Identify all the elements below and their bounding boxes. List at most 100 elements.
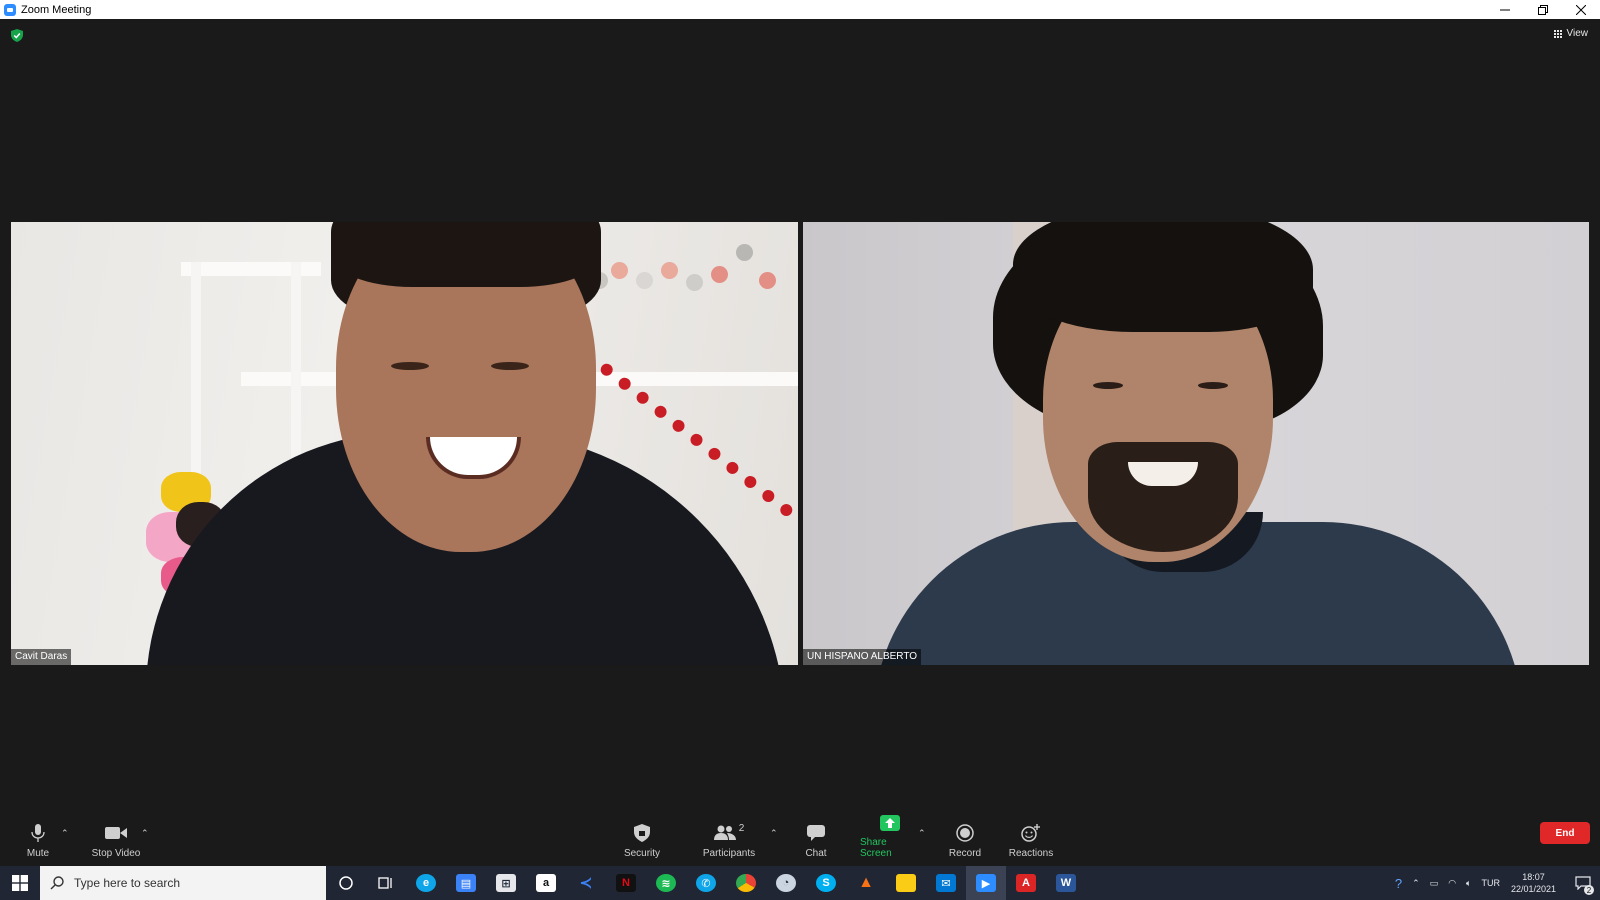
chat-label: Chat (805, 848, 827, 859)
stop-video-button[interactable]: Stop Video (88, 812, 144, 866)
action-center-button[interactable]: 2 (1566, 866, 1600, 900)
taskbar-app-mail[interactable]: ✉ (926, 866, 966, 900)
taskbar-search-box[interactable]: Type here to search (40, 866, 326, 900)
search-icon (50, 876, 64, 890)
show-hidden-icons-chevron-icon[interactable]: ⌃ (1412, 878, 1420, 889)
vlc-cone-icon: ▲ (858, 874, 874, 891)
reactions-label: Reactions (1008, 848, 1054, 859)
system-clock[interactable]: 18:07 22/01/2021 (1511, 871, 1556, 895)
taskbar-app-edge[interactable]: e (406, 866, 446, 900)
task-view-button[interactable] (366, 866, 406, 900)
stop-video-label: Stop Video (91, 848, 141, 859)
chrome-icon (736, 874, 756, 892)
restore-icon (1538, 4, 1548, 15)
participants-options-caret-icon[interactable]: ⌃ (770, 828, 778, 839)
paint-palette-icon: ◔ (776, 874, 796, 892)
video-camera-icon (105, 827, 127, 839)
taskbar-app-netflix[interactable]: N (606, 866, 646, 900)
share-screen-button[interactable]: Share Screen (860, 812, 920, 866)
share-options-caret-icon[interactable]: ⌃ (918, 828, 926, 839)
window-controls (1486, 0, 1600, 19)
view-button[interactable]: View (1554, 28, 1589, 39)
restore-button[interactable] (1524, 0, 1562, 19)
spotify-icon: ≋ (656, 874, 676, 892)
view-label: View (1566, 28, 1589, 39)
task-view-icon (378, 877, 392, 889)
zoom-app-icon (4, 3, 16, 16)
amazon-icon: a (536, 874, 556, 892)
system-tray: ? ⌃ ▭ ◠ 🔈︎ TUR 18:07 22/01/2021 2 (1390, 866, 1600, 900)
participants-count: 2 (738, 822, 745, 834)
participant-name-label: UN HISPANO ALBERTO (803, 649, 922, 665)
microphone-icon (31, 824, 45, 842)
security-shield-icon (634, 824, 650, 842)
record-button[interactable]: Record (948, 812, 982, 866)
minimize-button[interactable] (1486, 0, 1524, 19)
windows-logo-icon (12, 875, 28, 891)
clock-time: 18:07 (1522, 872, 1545, 882)
zoom-icon: ▶ (976, 874, 996, 892)
input-language[interactable]: TUR (1481, 878, 1500, 888)
share-screen-label: Share Screen (860, 837, 892, 859)
battery-icon[interactable]: ▭ (1430, 878, 1439, 889)
title-bar: Zoom Meeting (0, 0, 1600, 19)
security-label: Security (623, 848, 661, 859)
window-title: Zoom Meeting (21, 3, 92, 16)
taskbar-app-spotify[interactable]: ≋ (646, 866, 686, 900)
chat-button[interactable]: Chat (800, 812, 832, 866)
video-feed-1 (11, 222, 798, 665)
network-wifi-icon[interactable]: ◠ (1448, 878, 1456, 889)
video-tile-participant-1[interactable]: Cavit Daras (11, 222, 798, 665)
record-icon (956, 824, 974, 842)
audio-options-caret-icon[interactable]: ⌃ (61, 828, 69, 839)
reactions-button[interactable]: Reactions (1008, 812, 1054, 866)
taskbar-app-store[interactable]: ⊞ (486, 866, 526, 900)
taskbar-app-amazon[interactable]: a (526, 866, 566, 900)
start-button[interactable] (0, 866, 40, 900)
security-button[interactable]: Security (618, 812, 666, 866)
taskbar-app-whatsapp[interactable]: ✆ (686, 866, 726, 900)
help-icon[interactable]: ? (1395, 876, 1402, 891)
record-label: Record (948, 848, 982, 859)
cortana-circle-icon (339, 876, 353, 890)
mute-button[interactable]: Mute (18, 812, 58, 866)
skype-icon: S (816, 874, 836, 892)
taskbar-app-skype[interactable]: S (806, 866, 846, 900)
taskbar-app-vscode[interactable]: ≺ (566, 866, 606, 900)
taskbar-app-zoom[interactable]: ▶ (966, 866, 1006, 900)
encryption-shield-icon[interactable] (11, 29, 23, 42)
end-meeting-button[interactable]: End (1540, 822, 1590, 844)
reactions-smiley-icon (1021, 824, 1040, 842)
cortana-button[interactable] (326, 866, 366, 900)
search-placeholder: Type here to search (74, 876, 181, 890)
video-tile-participant-2[interactable]: UN HISPANO ALBERTO (803, 222, 1589, 665)
volume-icon[interactable]: 🔈︎ (1466, 878, 1471, 889)
meeting-toolbar: Mute ⌃ Stop Video ⌃ Security 2 Participa… (0, 812, 1600, 866)
participant-name-label: Cavit Daras (11, 649, 72, 665)
participants-icon (713, 825, 736, 840)
taskbar-app-news[interactable]: ▤ (446, 866, 486, 900)
notification-count-badge: 2 (1584, 885, 1594, 895)
windows-taskbar: Type here to search e ▤ ⊞ a ≺ N ≋ ✆ ◔ S … (0, 866, 1600, 900)
taskbar-app-chrome[interactable] (726, 866, 766, 900)
taskbar-app-word[interactable]: W (1046, 866, 1086, 900)
close-button[interactable] (1562, 0, 1600, 19)
taskbar-app-vlc[interactable]: ▲ (846, 866, 886, 900)
meeting-area: View Cavit Daras UN HISPANO ALBERTO (0, 19, 1600, 812)
taskbar-app-file-explorer[interactable] (886, 866, 926, 900)
edge-icon: e (416, 874, 436, 892)
mute-label: Mute (26, 848, 50, 859)
store-icon: ⊞ (496, 874, 516, 892)
participants-button[interactable]: 2 Participants (700, 812, 758, 866)
close-icon (1576, 4, 1586, 15)
participants-label: Participants (702, 848, 756, 859)
video-options-caret-icon[interactable]: ⌃ (141, 828, 149, 839)
whatsapp-icon: ✆ (696, 874, 716, 892)
word-icon: W (1056, 874, 1076, 892)
mail-icon: ✉ (936, 874, 956, 892)
taskbar-app-acrobat[interactable]: A (1006, 866, 1046, 900)
chat-bubble-icon (807, 825, 825, 841)
clock-date: 22/01/2021 (1510, 884, 1556, 894)
taskbar-app-paint[interactable]: ◔ (766, 866, 806, 900)
news-app-icon: ▤ (456, 874, 476, 892)
